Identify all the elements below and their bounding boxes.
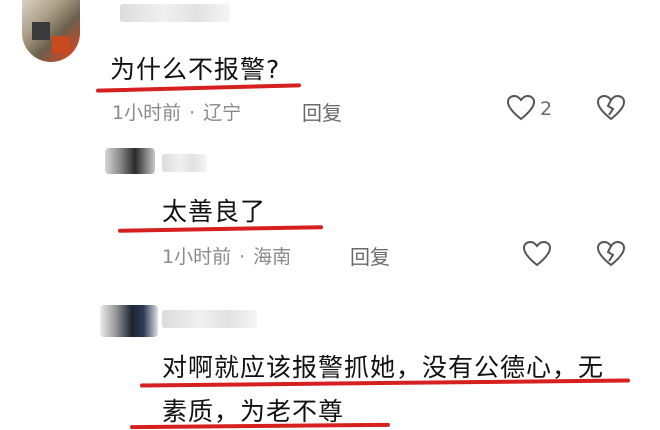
reply-button[interactable]: 回复 [350,241,390,270]
heart-outline-icon[interactable] [506,94,536,122]
broken-heart-icon[interactable] [596,240,626,268]
avatar[interactable] [100,305,158,337]
comment-time: 1小时前 [112,102,182,124]
comment-time: 1小时前 [162,246,232,268]
comment-location: 海南 [253,246,292,268]
comment-location: 辽宁 [203,102,242,124]
username-redacted[interactable] [162,310,257,328]
like-count: 2 [540,98,553,120]
avatar[interactable] [105,148,155,174]
comment-text: 太善良了 [162,197,267,226]
username-redacted[interactable] [162,154,207,172]
reply-button[interactable]: 回复 [302,97,342,126]
annotation-underline [117,225,324,233]
heart-outline-icon[interactable] [522,240,552,268]
comment-meta: 1小时前 · 辽宁 [112,102,242,124]
comment-text: 为什么不报警? [110,55,281,84]
broken-heart-icon[interactable] [596,94,626,122]
avatar[interactable] [22,0,80,62]
comment-meta: 1小时前 · 海南 [162,246,292,268]
username-redacted[interactable] [120,4,230,22]
annotation-underline [129,422,391,430]
